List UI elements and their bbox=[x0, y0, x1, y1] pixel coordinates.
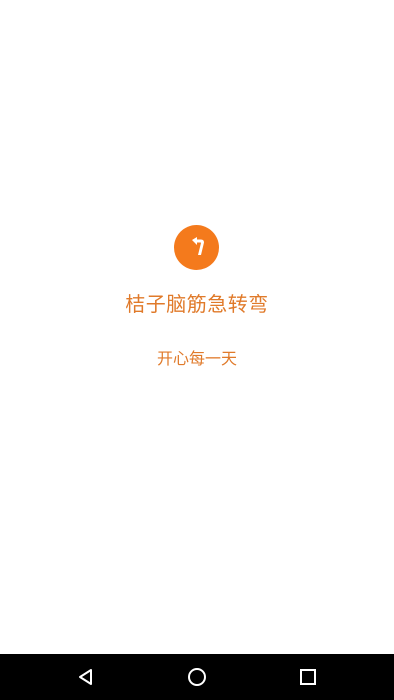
nav-back-button[interactable] bbox=[56, 654, 116, 700]
nav-home-button[interactable] bbox=[167, 654, 227, 700]
app-logo bbox=[174, 225, 219, 270]
app-title: 桔子脑筋急转弯 bbox=[125, 292, 269, 316]
splash-screen: 桔子脑筋急转弯 开心每一天 bbox=[0, 0, 394, 654]
nav-recents-button[interactable] bbox=[278, 654, 338, 700]
home-circle-icon bbox=[188, 668, 206, 686]
recents-square-icon bbox=[300, 669, 316, 685]
back-triangle-icon bbox=[79, 669, 92, 685]
turn-arrow-icon bbox=[191, 236, 204, 255]
system-navigation-bar bbox=[0, 654, 394, 700]
app-tagline: 开心每一天 bbox=[156, 349, 237, 368]
